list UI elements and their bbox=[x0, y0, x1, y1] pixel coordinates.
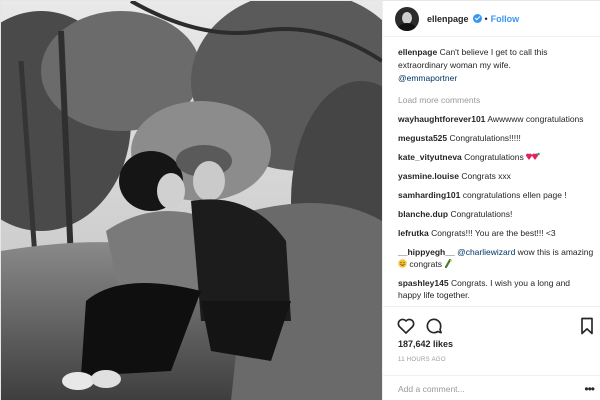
bookmark-icon[interactable] bbox=[577, 316, 597, 336]
comments-list[interactable]: ellenpage Can't believe I get to call th… bbox=[383, 37, 600, 305]
comment-text: Congratulations bbox=[464, 152, 524, 162]
smiley-emoji-icon bbox=[398, 259, 407, 268]
add-comment-input[interactable] bbox=[398, 383, 568, 394]
comment-item: yasmine.louise Congrats xxx bbox=[398, 170, 594, 182]
comment-username[interactable]: samharding101 bbox=[398, 190, 460, 200]
comment-text: wow this is amazing bbox=[517, 247, 594, 257]
post-photo[interactable] bbox=[1, 1, 382, 400]
caption-mention[interactable]: @emmaportner bbox=[398, 73, 457, 83]
comment-text: Congrats!!! You are the best!!! <3 bbox=[431, 228, 556, 238]
comment-item: lefrutka Congrats!!! You are the best!!!… bbox=[398, 227, 594, 239]
comment-username[interactable]: kate_vityutneva bbox=[398, 152, 462, 162]
comment-text: Congrats xxx bbox=[461, 171, 511, 181]
comment-text: Awwwww congratulations bbox=[487, 114, 584, 124]
more-options-icon[interactable]: ••• bbox=[584, 382, 595, 396]
add-comment-bar: ••• bbox=[383, 375, 600, 400]
instagram-post: ellenpage • Follow ellenpage Can't belie… bbox=[0, 0, 600, 400]
comment-username[interactable]: spashley145 bbox=[398, 278, 449, 288]
heart-icon[interactable] bbox=[396, 316, 416, 336]
comment-username[interactable]: yasmine.louise bbox=[398, 171, 459, 181]
post-sidebar: ellenpage • Follow ellenpage Can't belie… bbox=[382, 1, 600, 400]
comment-item: __hippyegh__ @charliewizard wow this is … bbox=[398, 246, 594, 270]
load-more-comments-button[interactable]: Load more comments bbox=[398, 95, 594, 105]
comment-username[interactable]: blanche.dup bbox=[398, 209, 448, 219]
comment-text: congratulations ellen page ! bbox=[462, 190, 567, 200]
comment-username[interactable]: wayhaughtforever101 bbox=[398, 114, 485, 124]
post-caption: ellenpage Can't believe I get to call th… bbox=[398, 46, 594, 85]
post-header: ellenpage • Follow bbox=[383, 1, 600, 37]
post-author-username[interactable]: ellenpage bbox=[427, 14, 469, 24]
champagne-emoji-icon bbox=[445, 259, 453, 268]
comment-item: spashley145 Congrats. I wish you a long … bbox=[398, 277, 594, 301]
comment-text: Congratulations! bbox=[450, 209, 513, 219]
verified-icon bbox=[472, 14, 482, 23]
comment-text: Congratulations!!!!! bbox=[449, 133, 521, 143]
comment-item: blanche.dup Congratulations! bbox=[398, 208, 594, 220]
comment-item: kate_vityutneva Congratulations bbox=[398, 151, 594, 163]
separator-dot: • bbox=[484, 13, 488, 24]
post-actions bbox=[383, 306, 600, 342]
comment-mention[interactable]: @charliewizard bbox=[457, 247, 515, 257]
comment-icon[interactable] bbox=[424, 316, 444, 336]
hearts-emoji-icon bbox=[526, 152, 540, 160]
comment-item: samharding101 congratulations ellen page… bbox=[398, 189, 594, 201]
comment-username[interactable]: lefrutka bbox=[398, 228, 429, 238]
post-photo-image bbox=[1, 1, 382, 400]
likes-count[interactable]: 187,642 likes bbox=[398, 339, 453, 349]
comment-text-2: congrats bbox=[409, 259, 442, 269]
comment-item: wayhaughtforever101 Awwwww congratulatio… bbox=[398, 113, 594, 125]
comment-item: megusta525 Congratulations!!!!! bbox=[398, 132, 594, 144]
post-timestamp: 11 HOURS AGO bbox=[398, 357, 446, 363]
avatar[interactable] bbox=[395, 6, 419, 31]
caption-username[interactable]: ellenpage bbox=[398, 47, 437, 57]
follow-button[interactable]: Follow bbox=[491, 14, 520, 24]
comment-username[interactable]: megusta525 bbox=[398, 133, 447, 143]
comment-username[interactable]: __hippyegh__ bbox=[398, 247, 455, 257]
